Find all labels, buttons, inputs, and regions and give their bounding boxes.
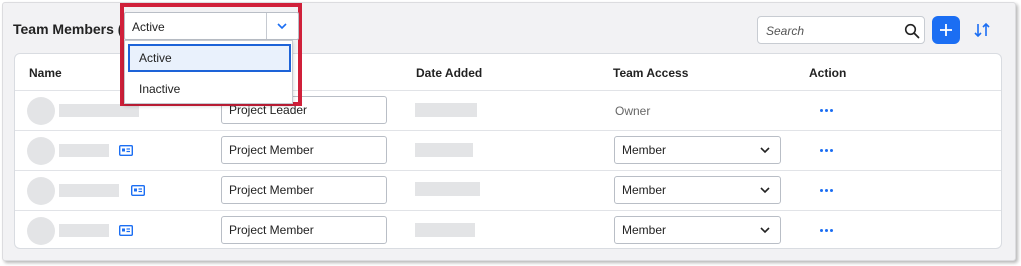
column-header-team-access: Team Access [613,66,689,80]
search-input[interactable] [766,22,896,40]
more-options-icon[interactable] [820,149,834,155]
status-option-inactive[interactable]: Inactive [128,75,291,103]
table-row: Project Member Member [15,170,1001,210]
more-options-icon[interactable] [820,229,834,235]
chevron-down-icon [760,227,770,234]
team-access-select[interactable]: Member [614,176,781,204]
status-filter-value: Active [132,20,165,34]
plus-icon [940,24,952,36]
chevron-down-icon[interactable] [277,23,287,30]
project-role-field[interactable]: Project Member [221,176,387,204]
table-row: Project Member Member [15,210,1001,250]
page-title: Team Members (4 [13,21,128,37]
date-added-placeholder [415,143,473,157]
sort-icon[interactable] [973,22,991,38]
avatar [27,97,55,125]
date-added-placeholder [415,103,477,117]
project-role-field[interactable]: Project Member [221,136,387,164]
column-header-name: Name [29,66,62,80]
team-access-select[interactable]: Member [614,216,781,244]
table-row: Project Member Member [15,130,1001,170]
select-divider [266,13,267,39]
chevron-down-icon [760,187,770,194]
contact-card-icon[interactable] [131,185,145,196]
add-member-button[interactable] [932,16,960,44]
status-option-active[interactable]: Active [128,44,291,72]
more-options-icon[interactable] [820,109,834,115]
status-filter-select[interactable]: Active [124,12,299,40]
team-access-select[interactable]: Member [614,136,781,164]
team-access-value: Member [622,143,667,157]
search-icon[interactable] [904,23,920,39]
member-name-placeholder [59,184,119,197]
team-access-value: Member [622,223,667,237]
team-access-value: Owner [615,104,651,118]
more-options-icon[interactable] [820,189,834,195]
avatar [27,137,55,165]
project-role-field[interactable]: Project Member [221,216,387,244]
date-added-placeholder [415,182,480,196]
column-header-action: Action [809,66,847,80]
chevron-down-icon [760,147,770,154]
contact-card-icon[interactable] [119,225,133,236]
contact-card-icon[interactable] [119,145,133,156]
status-filter-menu: Active Inactive [124,40,293,104]
date-added-placeholder [415,223,475,237]
team-access-value: Member [622,183,667,197]
avatar [27,177,55,205]
avatar [27,217,55,245]
member-name-placeholder [59,144,109,157]
search-field[interactable] [757,16,925,44]
member-name-placeholder [59,224,109,237]
column-header-date-added: Date Added [416,66,483,80]
